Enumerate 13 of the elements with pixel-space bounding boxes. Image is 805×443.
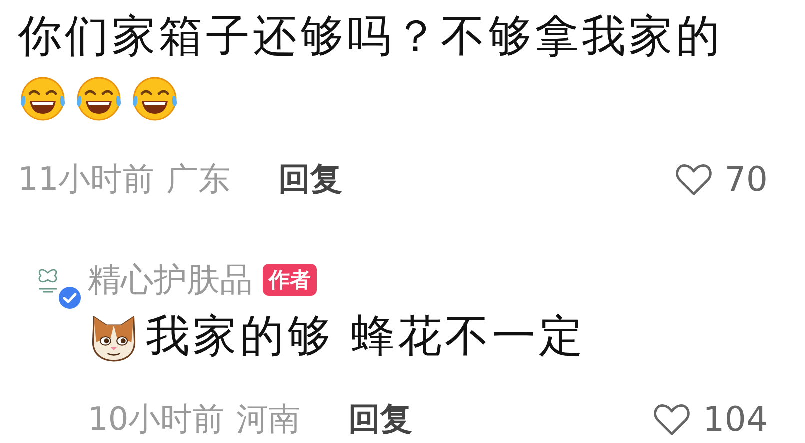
like-count: 70	[724, 160, 768, 200]
comment-text: 你们家箱子还够吗？不够拿我家的	[18, 10, 723, 64]
comment-time: 10小时前	[88, 399, 225, 440]
comment-time: 11小时前	[18, 159, 155, 200]
author-badge: 作者	[263, 264, 317, 296]
heart-icon[interactable]	[674, 163, 713, 197]
comment-text: 我家的够 蜂花不一定	[146, 310, 586, 364]
comment-location: 河南	[236, 399, 301, 440]
comment-location: 广东	[166, 159, 231, 200]
reply-button[interactable]: 回复	[348, 398, 413, 442]
heart-icon[interactable]	[653, 403, 692, 437]
reply-button[interactable]: 回复	[278, 158, 343, 202]
like-count: 104	[703, 400, 768, 440]
